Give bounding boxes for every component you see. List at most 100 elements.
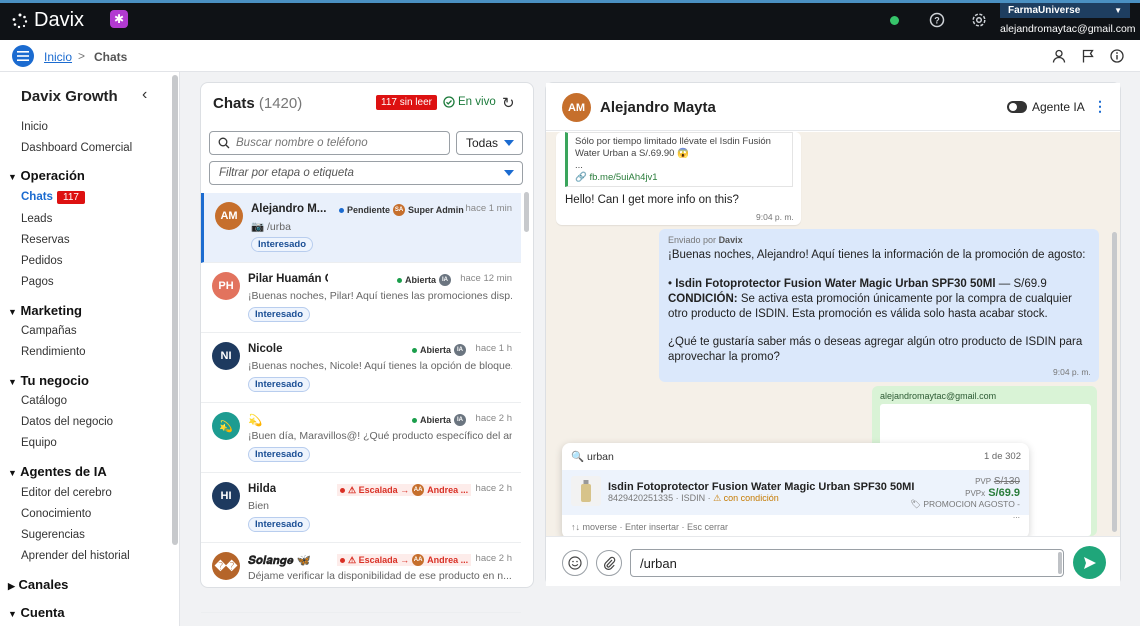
product-name: Isdin Fotoprotector Fusion Water Magic U…	[608, 481, 915, 493]
chat-status: Abierta IA	[409, 344, 472, 356]
status-dot	[339, 207, 344, 213]
chat-name: Alejandro M...	[251, 203, 327, 215]
flag-icon[interactable]	[1081, 49, 1095, 63]
search-field[interactable]	[209, 131, 450, 155]
more-options-icon[interactable]: ⋮	[1093, 98, 1107, 115]
chat-preview: Bien	[248, 500, 270, 512]
breadcrumb-separator: >	[78, 49, 86, 63]
sidebar-item-conocimiento[interactable]: Conocimiento	[21, 508, 91, 520]
app-switcher-icon[interactable]: ✱	[110, 10, 128, 28]
caret-down-icon: ▼	[8, 609, 17, 619]
section-label: Agentes de IA	[20, 464, 107, 479]
section-label: Operación	[20, 168, 85, 183]
user-icon[interactable]	[1052, 49, 1066, 63]
sidebar-item-equipo[interactable]: Equipo	[21, 437, 57, 449]
status-filter-select[interactable]: Todas	[456, 131, 523, 155]
chat-row[interactable]: PHPilar Huamán CamachoAbiertaIAhace 12 m…	[201, 263, 521, 333]
breadcrumb-home-link[interactable]: Inicio	[44, 50, 72, 64]
sidebar-section-tu-negocio[interactable]: ▼ Tu negocio	[8, 373, 89, 388]
live-indicator[interactable]: En vivo	[443, 96, 496, 108]
chat-row[interactable]: NI Nicole Abierta IA hace 1 h ¡Buenas noches,…	[201, 333, 521, 403]
sidebar-item-chats[interactable]: Chats	[21, 191, 53, 203]
emoji-button[interactable]	[562, 550, 588, 576]
collapse-sidebar-icon[interactable]: ‹	[142, 86, 147, 104]
unread-badge[interactable]: 117 sin leer	[376, 95, 437, 110]
sidebar-item-leads[interactable]: Leads	[21, 213, 52, 225]
app-logo[interactable]: Davix	[12, 9, 84, 32]
help-icon[interactable]: ?	[929, 12, 945, 28]
send-button[interactable]	[1073, 546, 1106, 579]
sender-name: Davix	[718, 235, 743, 245]
sidebar-item-pagos[interactable]: Pagos	[21, 276, 54, 288]
section-label: Cuenta	[20, 605, 65, 620]
chat-row[interactable]: HI Hilda ⚠ Escalada → AA Andrea ... hace 2 hB…	[201, 473, 521, 543]
status-label: Pendiente	[347, 205, 391, 215]
assignee-name: Andrea ...	[427, 485, 469, 495]
ad-link[interactable]: 🔗 fb.me/5uiAh4jv1	[575, 172, 785, 184]
status-label: ⚠ Escalada →	[348, 484, 410, 495]
sidebar-item-sugerencias[interactable]: Sugerencias	[21, 529, 85, 541]
sidebar-section-agentes-ia[interactable]: ▼ Agentes de IA	[8, 464, 107, 479]
quote-line: ...	[575, 160, 583, 171]
sidebar-section-operacion[interactable]: ▼ Operación	[8, 168, 85, 183]
product-bottle-icon	[581, 480, 591, 502]
product-thumbnail	[571, 476, 601, 506]
sidebar-item-datos-negocio[interactable]: Datos del negocio	[21, 416, 113, 428]
product-meta: 8429420251335 · ISDIN · ⚠ con condición	[608, 493, 779, 503]
section-label: Tu negocio	[20, 373, 89, 388]
sidebar-item-dashboard[interactable]: Dashboard Comercial	[21, 142, 132, 154]
refresh-icon[interactable]: ↻	[502, 94, 515, 112]
sidebar-item-pedidos[interactable]: Pedidos	[21, 255, 63, 267]
settings-icon[interactable]	[971, 12, 987, 28]
agent-ia-toggle[interactable]	[1007, 101, 1027, 113]
quoted-ad: Sólo por tiempo limitado llévate el Isdi…	[565, 132, 793, 187]
chat-tag: Interesado	[248, 447, 311, 462]
chat-status: Abierta IA	[409, 414, 472, 426]
stage-filter-select[interactable]: Filtrar por etapa o etiqueta	[209, 161, 523, 185]
assignee-name: Andrea ...	[427, 555, 469, 565]
conversation-scrollbar[interactable]	[1112, 232, 1117, 532]
sidebar-item-rendimiento[interactable]: Rendimiento	[21, 346, 86, 358]
live-label: En vivo	[458, 96, 496, 108]
caret-down-icon: ▼	[8, 377, 17, 387]
popup-query: 🔍 urban	[571, 451, 614, 463]
info-icon[interactable]	[1110, 49, 1124, 63]
sidebar-item-campanas[interactable]: Campañas	[21, 325, 77, 337]
chat-row[interactable]: AM Alejandro M... Pendiente SA Super Admin ha…	[201, 193, 521, 263]
chat-preview: Déjame verificar la disponibilidad de es…	[248, 570, 512, 582]
sidebar-section-marketing[interactable]: ▼ Marketing	[8, 303, 82, 318]
chevron-down-icon: ▼	[1114, 6, 1122, 15]
chat-list-scrollbar[interactable]	[524, 192, 529, 232]
status-label: Abierta	[420, 345, 452, 355]
sidebar-item-inicio[interactable]: Inicio	[21, 121, 48, 133]
top-bar	[0, 0, 1140, 40]
chat-row[interactable]: 💫 💫 Abierta IA hace 2 h ¡Buen día, Maravillos…	[201, 403, 521, 473]
input-scrollbar[interactable]	[1058, 552, 1062, 574]
status-label: Abierta	[420, 415, 452, 425]
sidebar-item-reservas[interactable]: Reservas	[21, 234, 70, 246]
message-question: ¿Qué te gustaría saber más o deseas agre…	[668, 336, 1083, 363]
chat-avatar: 💫	[212, 412, 240, 440]
chat-time: hace 2 h	[475, 413, 512, 424]
sidebar-item-catalogo[interactable]: Catálogo	[21, 395, 67, 407]
chat-preview: ¡Buenas noches, Nicole! Aquí tienes la o…	[248, 360, 512, 372]
attach-button[interactable]	[596, 550, 622, 576]
search-input[interactable]	[236, 137, 436, 149]
org-selector[interactable]: FarmaUniverse ▼	[1000, 3, 1130, 18]
sidebar-scrollbar[interactable]	[172, 75, 178, 545]
sidebar-item-editor-cerebro[interactable]: Editor del cerebro	[21, 487, 112, 499]
status-label: ⚠ Escalada →	[348, 554, 410, 565]
product-name: Isdin Fotoprotector Fusion Water Magic U…	[675, 278, 996, 290]
sidebar-item-aprender-historial[interactable]: Aprender del historial	[21, 550, 130, 562]
sidebar-section-canales[interactable]: ▶ Canales	[8, 577, 68, 592]
menu-toggle-button[interactable]	[12, 45, 34, 67]
chat-preview: ¡Buen día, Maravillos@! ¿Qué producto es…	[248, 430, 512, 442]
message-input[interactable]: /urban	[630, 549, 1064, 577]
chat-avatar: HI	[212, 482, 240, 510]
chevron-down-icon	[504, 170, 514, 176]
contact-name: Alejandro Mayta	[600, 99, 716, 116]
chat-time: hace 1 h	[475, 343, 512, 354]
chat-row[interactable]: �� 𝑺𝒐𝒍𝒂𝒏𝒈𝒆 🦋 ⚠ Escalada → AA Andrea ... hace …	[201, 543, 521, 613]
quote-line: Water Urban a S/.69.90 😱	[575, 148, 689, 159]
sidebar-section-cuenta[interactable]: ▼ Cuenta	[8, 605, 65, 620]
